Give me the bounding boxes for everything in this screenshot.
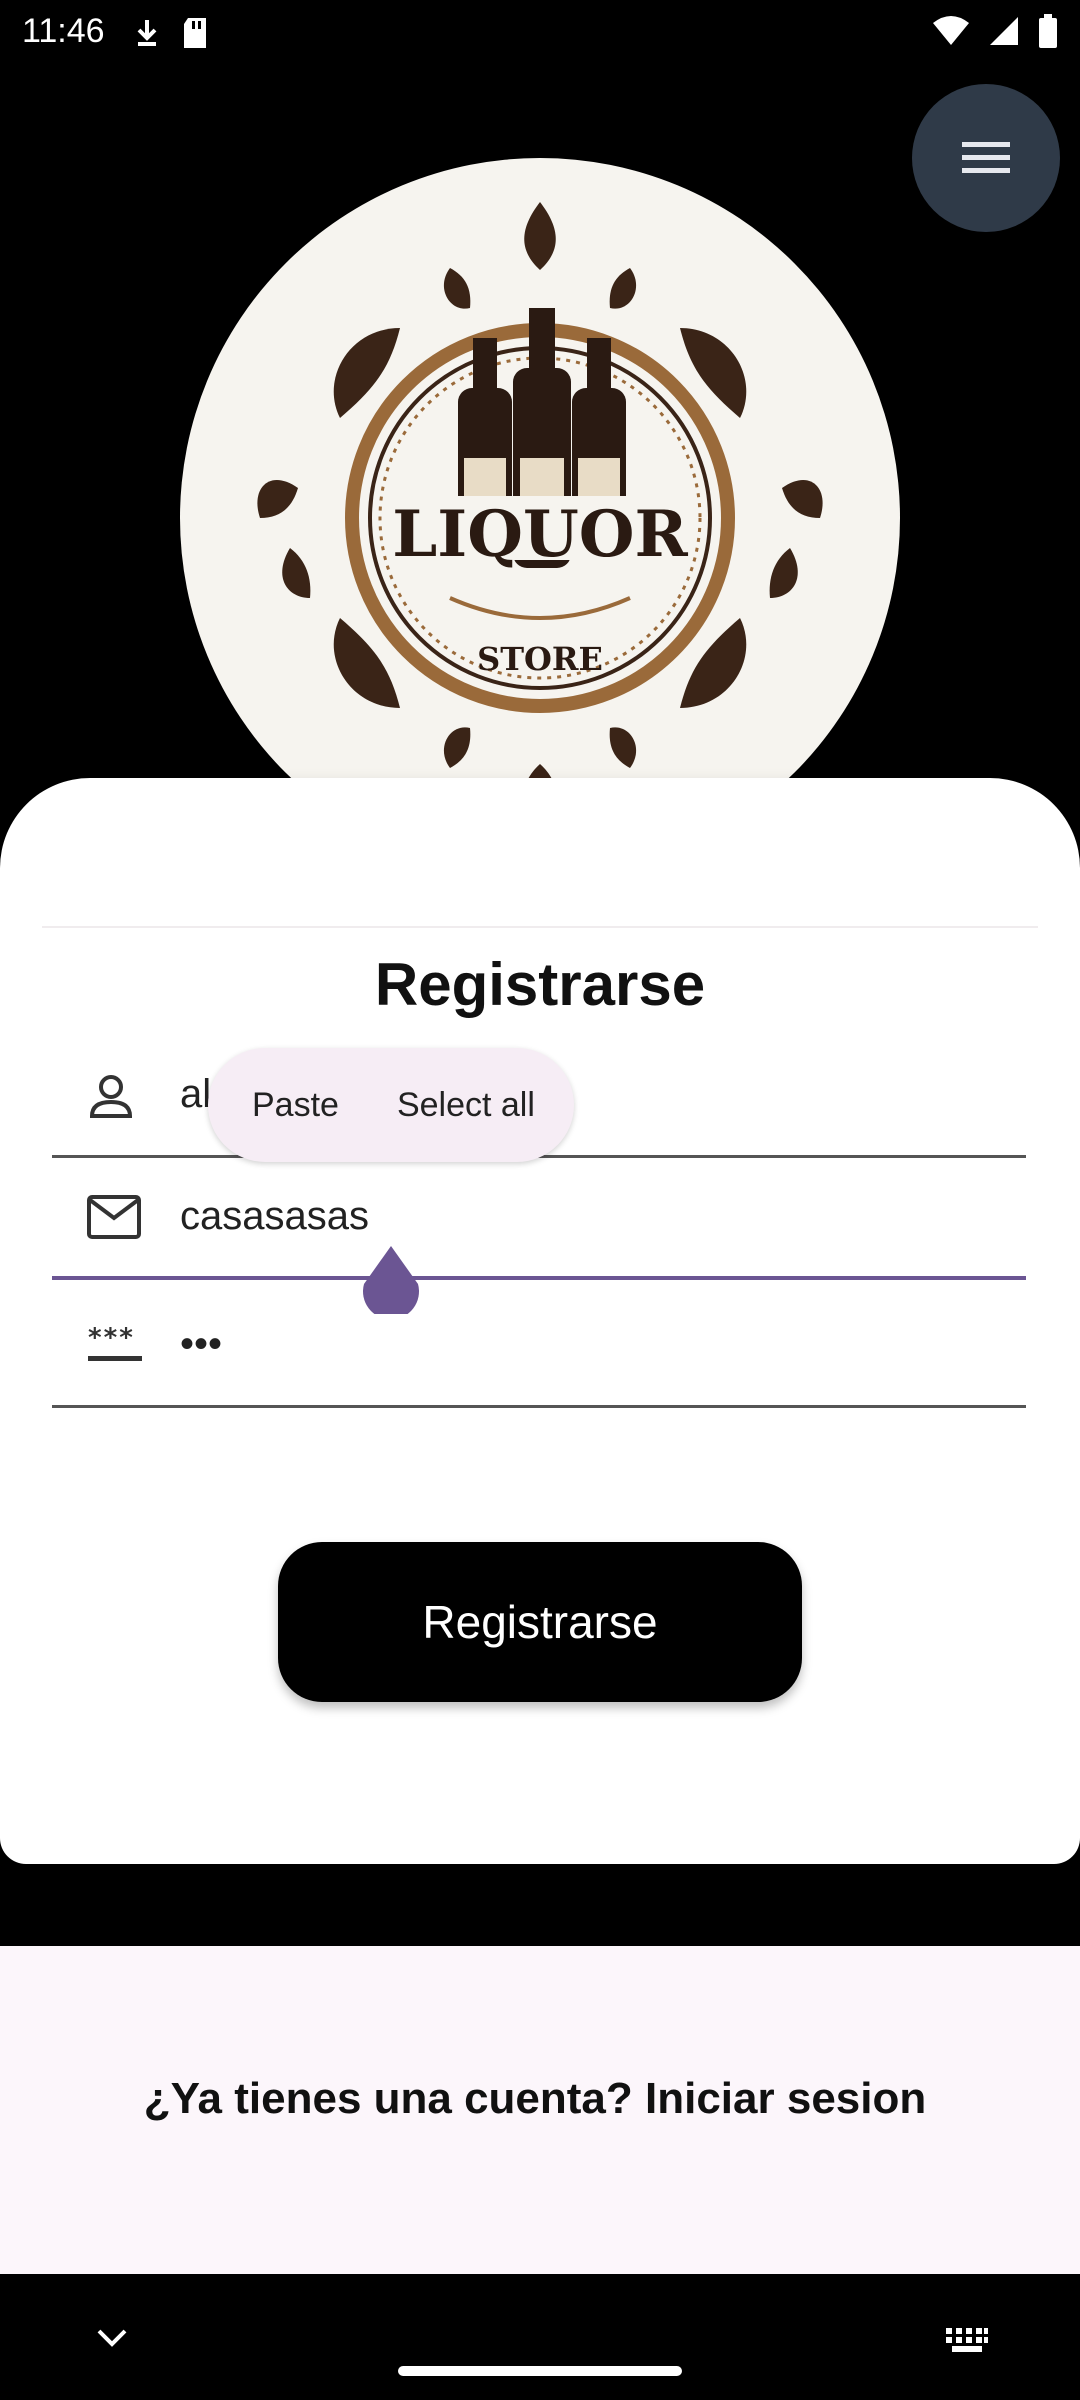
logo-artwork: LIQUOR STORE <box>257 202 823 832</box>
wifi-icon <box>933 16 969 45</box>
battery-icon <box>1039 14 1057 48</box>
status-time: 11:46 <box>22 12 105 50</box>
logo-sub-text: STORE <box>477 640 603 678</box>
text-context-menu: Paste Select all <box>208 1048 574 1162</box>
password-value[interactable]: ••• <box>180 1322 222 1367</box>
person-icon <box>89 1075 133 1118</box>
page-title: Registrarse <box>374 951 706 1018</box>
keyboard-icon[interactable] <box>944 2326 990 2354</box>
logo-main-text: LIQUOR <box>392 497 688 572</box>
chevron-down-icon[interactable] <box>96 2328 128 2348</box>
register-button[interactable]: Registrarse <box>278 1542 802 1702</box>
username-value[interactable]: al <box>180 1072 211 1117</box>
select-all-menu-item[interactable]: Select all <box>381 1086 551 1125</box>
svg-text:***: *** <box>87 1323 134 1353</box>
menu-icon <box>962 142 1010 173</box>
store-logo: LIQUOR STORE midjour <box>180 158 900 878</box>
status-bar: 11:46 <box>0 0 1080 64</box>
email-field[interactable]: casasasas <box>52 1160 1026 1280</box>
password-field[interactable]: *** ••• <box>52 1288 1026 1408</box>
password-underline <box>52 1405 1026 1408</box>
footer: ¿Ya tienes una cuenta? Iniciar sesion <box>0 1946 1080 2274</box>
download-icon <box>137 20 157 46</box>
home-handle[interactable] <box>398 2366 682 2376</box>
sd-card-icon <box>184 18 206 48</box>
status-icons-right <box>932 14 1058 48</box>
login-link[interactable]: ¿Ya tienes una cuenta? Iniciar sesion <box>0 2074 1070 2124</box>
menu-button[interactable] <box>912 84 1060 232</box>
email-value[interactable]: casasasas <box>180 1194 369 1239</box>
paste-menu-item[interactable]: Paste <box>236 1086 355 1125</box>
mail-icon <box>87 1195 141 1239</box>
system-nav-bar <box>0 2274 1080 2400</box>
signal-icon <box>990 17 1018 45</box>
password-icon: *** <box>87 1323 142 1361</box>
card-divider <box>42 926 1038 928</box>
email-underline <box>52 1276 1026 1280</box>
status-icons-left <box>134 16 210 50</box>
